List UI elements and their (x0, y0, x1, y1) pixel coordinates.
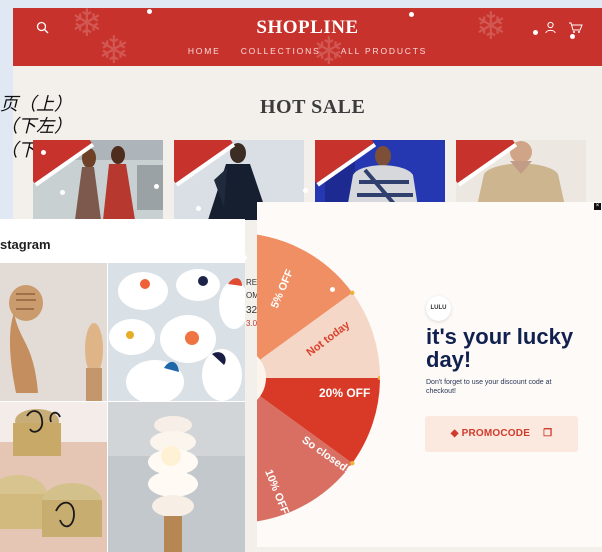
brand-logo[interactable]: SHOPLINE (13, 17, 602, 39)
woven-vase-image (0, 263, 107, 401)
snowflake-dot (330, 287, 335, 292)
snowflake-dot (41, 150, 46, 155)
snowflake-dot (303, 188, 308, 193)
copy-icon: ❐ (543, 428, 553, 440)
snowflake-dot (533, 30, 538, 35)
baskets-image (0, 402, 107, 552)
shopline-header: ❄ ❄ ❄ ❄ SHOPLINE HOME COLLECTIONS ALL PR… (13, 8, 602, 66)
product-price-fragment-secondary: 3.0 (246, 319, 258, 328)
snowflake-dot (196, 206, 201, 211)
prize-wheel[interactable]: 5% OFF Not today 20% OFF So closed! 10% … (257, 233, 380, 523)
close-popup-button[interactable]: × (594, 203, 601, 210)
instagram-tile-lamp[interactable] (108, 402, 245, 552)
snowflake-dot (154, 184, 159, 189)
product-price-fragment: 32 (246, 305, 258, 316)
painted-cups-image (108, 263, 245, 401)
instagram-tile-baskets[interactable] (0, 402, 107, 552)
snowflake-dot (570, 34, 575, 39)
product-card-red-dress[interactable] (33, 140, 163, 220)
nav-link-home[interactable]: HOME (188, 46, 221, 56)
snowflake-dot (147, 9, 152, 14)
instagram-title: stagram (0, 237, 51, 252)
promo-code-text: PROMOCODE (461, 428, 531, 440)
snowflake-dot (409, 12, 414, 17)
copy-promocode-button[interactable]: ◆ PROMOCODE ❐ (425, 416, 578, 452)
lucky-day-title: it's your lucky day! (426, 324, 574, 372)
nav-link-collections[interactable]: COLLECTIONS (241, 46, 321, 56)
lulu-brand-badge: LULU (426, 296, 451, 321)
instagram-tile-woven-vase[interactable] (0, 263, 107, 401)
side-label-upper: 页（上） (0, 94, 72, 115)
nav-link-all-products[interactable]: ALL PRODUCTS (341, 46, 427, 56)
main-navigation: HOME COLLECTIONS ALL PRODUCTS (13, 46, 602, 56)
snowflake-dot (60, 190, 65, 195)
instagram-tile-painted-cups[interactable] (108, 263, 245, 401)
lucky-wheel-popup: 5% OFF Not today 20% OFF So closed! 10% … (257, 202, 602, 547)
account-icon[interactable] (544, 21, 557, 39)
hot-sale-heading: HOT SALE (260, 96, 366, 118)
product-text-fragment-1: RE (246, 278, 258, 287)
wheel-slice-label-20-off: 20% OFF (319, 386, 371, 400)
tag-icon: ◆ (450, 428, 459, 440)
instagram-panel: stagram (0, 219, 245, 552)
lamp-image (108, 402, 245, 552)
side-label-lower-left: （下左） (0, 116, 72, 137)
snowflake-dot (242, 255, 247, 260)
discount-instruction-text: Don't forget to use your discount code a… (426, 379, 552, 395)
